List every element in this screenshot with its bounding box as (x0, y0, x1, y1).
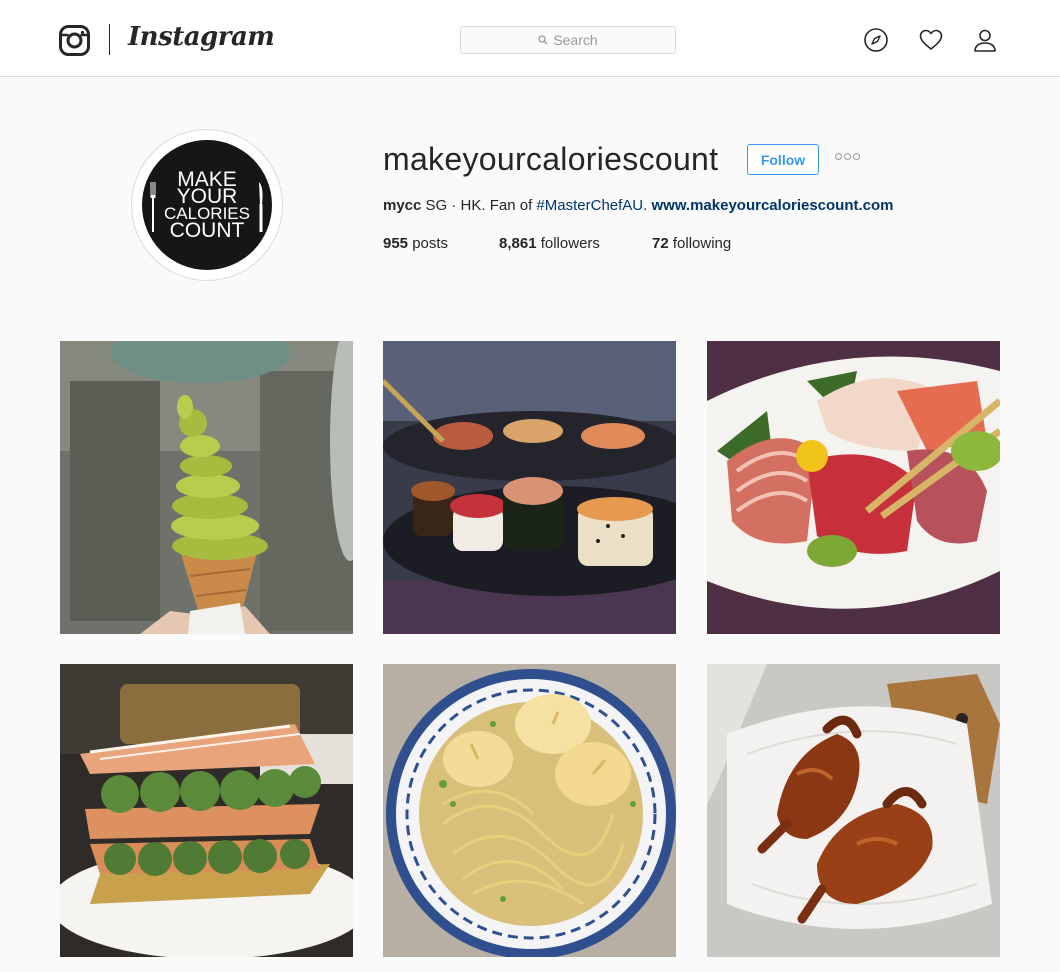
dot (853, 153, 860, 160)
post-image (383, 341, 676, 634)
post-thumbnail-matcha-soft-serve[interactable] (60, 341, 353, 634)
bio-website-link[interactable]: www.makeyourcaloriescount.com (651, 197, 893, 214)
profile-bio: mycc SG · HK. Fan of #MasterChefAU. www.… (383, 197, 894, 214)
following-link[interactable]: 72 following (652, 235, 731, 252)
posts-count-label: posts (408, 235, 449, 252)
more-options-icon[interactable] (835, 153, 860, 160)
profile-stats: 955 posts 8,861 followers 72 following (383, 235, 731, 252)
fork-icon (150, 182, 156, 232)
post-image (60, 341, 353, 634)
avatar-logo-line: COUNT (169, 219, 245, 242)
following-count-label: following (668, 235, 732, 252)
instagram-wordmark[interactable]: Instagram (128, 22, 275, 52)
follow-button[interactable]: Follow (747, 144, 819, 175)
post-thumbnail-wonton-noodles[interactable] (383, 664, 676, 957)
post-image (707, 664, 1000, 957)
posts-count-value: 955 (383, 235, 409, 252)
followers-count-label: followers (536, 235, 600, 252)
post-thumbnail-sushi[interactable] (383, 341, 676, 634)
post-thumbnail-roast-pigeon[interactable] (707, 664, 1000, 957)
profile-username: makeyourcaloriescount (383, 141, 719, 177)
bio-text: SG · HK. Fan of (421, 197, 537, 214)
avatar-logo: MAKE YOUR CALORIES COUNT (142, 140, 272, 270)
posts-count: 955 posts (383, 235, 499, 252)
heart-icon[interactable] (918, 27, 944, 53)
followers-count-value: 8,861 (499, 235, 537, 252)
followers-link[interactable]: 8,861 followers (499, 235, 652, 252)
compass-icon[interactable] (863, 27, 889, 53)
dot (835, 153, 842, 160)
search-placeholder: Search (553, 32, 598, 48)
profile-avatar[interactable]: MAKE YOUR CALORIES COUNT (131, 129, 283, 281)
post-image (383, 664, 676, 957)
top-navigation-bar: Instagram Search (0, 0, 1060, 77)
bio-name: mycc (383, 197, 422, 214)
avatar-logo-line: YOUR (176, 185, 238, 208)
search-icon (538, 32, 548, 48)
person-icon[interactable] (972, 27, 998, 53)
post-thumbnail-mille-feuille[interactable] (60, 664, 353, 957)
knife-icon (259, 182, 263, 232)
dot (844, 153, 851, 160)
search-input[interactable]: Search (460, 26, 676, 54)
post-image (60, 664, 353, 957)
instagram-camera-icon[interactable] (59, 25, 90, 56)
post-image (707, 341, 1000, 634)
bio-hashtag-link[interactable]: #MasterChefAU (536, 197, 643, 214)
post-thumbnail-sashimi[interactable] (707, 341, 1000, 634)
following-count-value: 72 (652, 235, 669, 252)
nav-divider (109, 24, 110, 55)
